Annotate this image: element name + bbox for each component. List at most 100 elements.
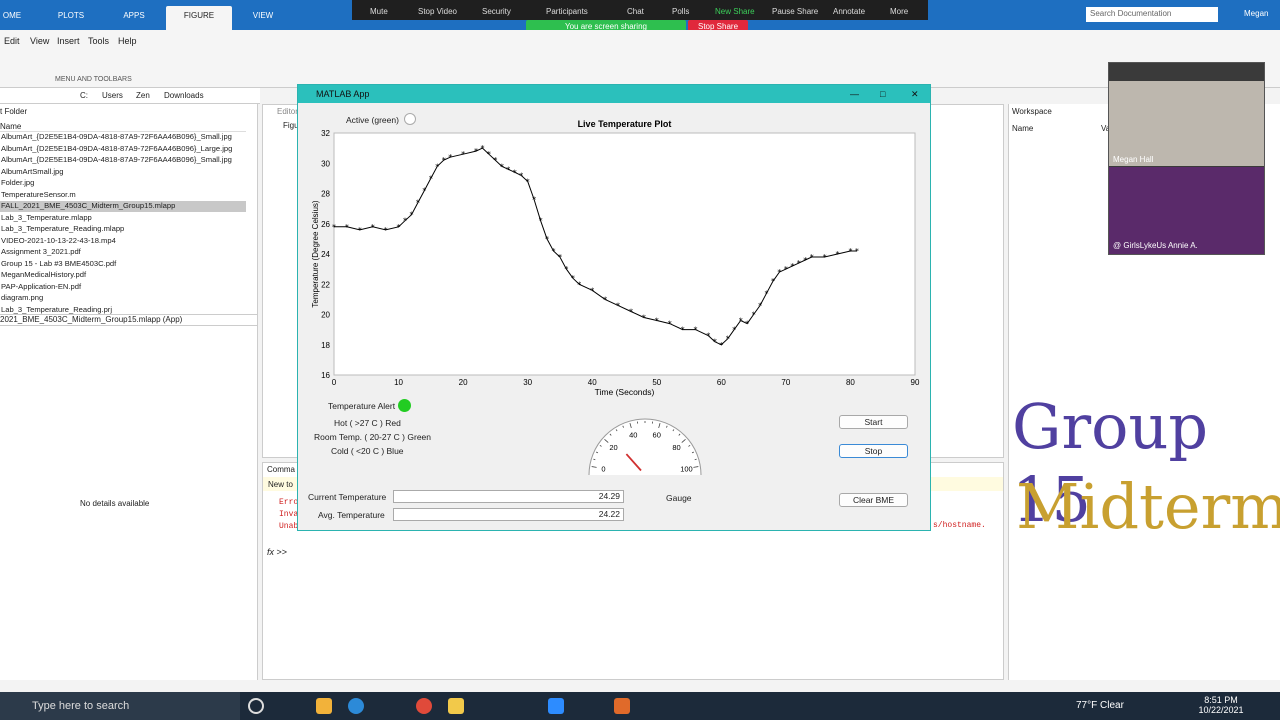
x-tick-label: 0 [332,378,337,387]
matlab-icon[interactable] [614,698,630,714]
data-point: * [655,317,659,326]
search-documentation-input[interactable]: Search Documentation [1086,7,1218,22]
data-point: * [371,223,375,232]
file-item[interactable]: AlbumArt_{D2E5E1B4-09DA-4818-87A9-72F6AA… [0,132,246,143]
ribbon: Edit View Insert Tools Help MENU AND TOO… [0,30,1280,88]
error-line: Erro [279,498,299,507]
file-details-header[interactable]: 2021_BME_4503C_Midterm_Group15.mlapp (Ap… [0,314,258,326]
tab-home[interactable]: OME [0,6,24,30]
more-button[interactable]: More [890,7,908,16]
taskbar-search[interactable]: Type here to search [0,692,240,720]
workspace-title: Workspace [1012,107,1052,116]
data-point: * [855,247,859,256]
matlab-app-window: MATLAB App — □ ✕ Active (green) Live Tem… [297,84,931,531]
menu-tools[interactable]: Tools [88,36,109,46]
menu-edit[interactable]: Edit [4,36,20,46]
data-point: * [332,223,336,232]
data-point: * [836,250,840,259]
zoom-icon[interactable] [548,698,564,714]
menu-insert[interactable]: Insert [57,36,80,46]
data-point: * [448,153,452,162]
data-point: * [519,171,523,180]
file-item[interactable]: TemperatureSensor.m [0,190,246,201]
start-button[interactable]: Start [839,415,908,429]
current-temperature-field[interactable]: 24.29 [393,490,624,503]
workspace-col-name[interactable]: Name [1012,124,1033,133]
data-point: * [681,326,685,335]
file-item[interactable]: MeganMedicalHistory.pdf [0,270,246,281]
editor-tab[interactable]: Editor [277,107,298,116]
file-item[interactable]: AlbumArt_{D2E5E1B4-09DA-4818-87A9-72F6AA… [0,144,246,155]
address-part-drive[interactable]: C: [80,91,88,100]
data-point: * [590,286,594,295]
clock[interactable]: 8:51 PM 10/22/2021 [1198,695,1244,715]
file-item[interactable]: Folder.jpg [0,178,246,189]
address-part-users[interactable]: Users [102,91,123,100]
address-bar[interactable]: C: Users Zen Downloads [0,88,260,104]
chart-title: Live Temperature Plot [578,119,672,129]
store-icon[interactable] [316,698,332,714]
pause-share-button[interactable]: Pause Share [772,7,818,16]
annotate-button[interactable]: Annotate [833,7,865,16]
file-item[interactable]: diagram.png [0,293,246,304]
gauge-tick-label: 60 [653,431,661,440]
data-point: * [500,162,504,171]
app-title: MATLAB App [316,89,370,99]
cortana-icon[interactable] [248,698,264,714]
temperature-alert-label: Temperature Alert [328,401,396,411]
folder-column-header[interactable]: Name [0,122,246,132]
close-icon[interactable]: ✕ [911,85,919,103]
mute-button[interactable]: Mute [370,7,388,16]
address-part-downloads[interactable]: Downloads [164,91,204,100]
clear-bme-button[interactable]: Clear BME [839,493,908,507]
edge-icon[interactable] [348,698,364,714]
y-tick-label: 32 [321,129,330,138]
file-item[interactable]: PAP-Application-EN.pdf [0,282,246,293]
x-tick-label: 30 [523,378,532,387]
hot-legend: Hot ( >27 C ) Red [334,418,401,428]
address-part-zen[interactable]: Zen [136,91,150,100]
data-point: * [752,311,756,320]
participants-button[interactable]: Participants [546,7,588,16]
tab-view[interactable]: VIEW [240,6,286,30]
command-prompt[interactable]: fx >> [267,547,287,557]
data-point: * [726,335,730,344]
data-point: * [416,199,420,208]
menu-view[interactable]: View [30,36,49,46]
data-point: * [384,226,388,235]
file-item[interactable]: Lab_3_Temperature.mlapp [0,213,246,224]
chrome-icon[interactable] [416,698,432,714]
file-item[interactable]: VIDEO-2021-10-13-22-43-18.mp4 [0,236,246,247]
video-tile-megan: Megan Hall [1109,81,1264,166]
new-share-button[interactable]: New Share [715,7,755,16]
file-item[interactable]: AlbumArtSmall.jpg [0,167,246,178]
maximize-icon[interactable]: □ [880,85,885,103]
tab-plots[interactable]: PLOTS [56,6,86,30]
polls-button[interactable]: Polls [672,7,689,16]
file-item[interactable]: Assignment 3_2021.pdf [0,247,246,258]
menu-help[interactable]: Help [118,36,137,46]
stop-video-button[interactable]: Stop Video [418,7,457,16]
minimize-icon[interactable]: — [850,85,859,103]
file-item[interactable]: Group 15 - Lab #3 BME4503C.pdf [0,259,246,270]
file-explorer-icon[interactable] [448,698,464,714]
data-point: * [422,186,426,195]
file-item[interactable]: FALL_2021_BME_4503C_Midterm_Group15.mlap… [0,201,246,212]
file-item[interactable]: Lab_3_Temperature_Reading.mlapp [0,224,246,235]
data-point: * [480,144,484,153]
file-item[interactable]: AlbumArt_{D2E5E1B4-09DA-4818-87A9-72F6AA… [0,155,246,166]
x-tick-label: 80 [846,378,855,387]
plot-area [333,132,916,376]
app-title-bar: MATLAB App — □ ✕ [298,85,930,103]
weather-status[interactable]: 77°F Clear [1076,700,1124,711]
participant-name: @ GirlsLykeUs Annie A. [1113,241,1198,250]
tab-figure[interactable]: FIGURE [166,6,232,30]
user-menu[interactable]: Megan [1244,9,1268,18]
stop-button[interactable]: Stop [839,444,908,458]
tab-apps[interactable]: APPS [118,6,150,30]
data-point: * [719,341,723,350]
security-button[interactable]: Security [482,7,511,16]
ribbon-section-label: MENU AND TOOLBARS [55,76,132,83]
chat-button[interactable]: Chat [627,7,644,16]
avg-temperature-field[interactable]: 24.22 [393,508,624,521]
